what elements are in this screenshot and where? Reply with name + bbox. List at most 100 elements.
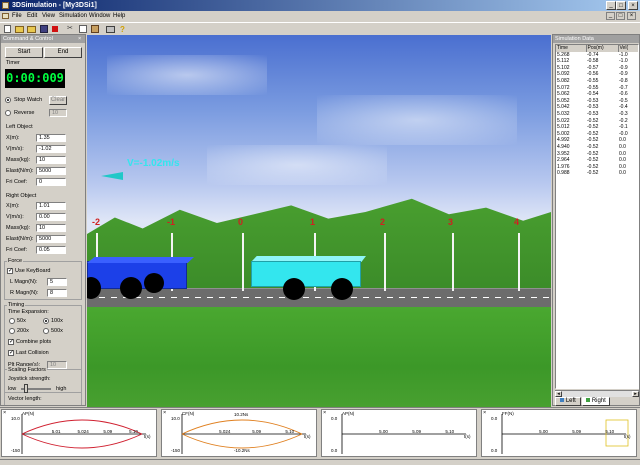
plot-panel[interactable]: × FF(N) 0.0 0.0 t(s) 5.00 5.09 5.10 <box>481 409 637 457</box>
menu-window[interactable]: Window <box>89 12 110 20</box>
open-icon[interactable] <box>27 26 36 33</box>
left-elast-field[interactable]: 5000 <box>36 167 66 175</box>
plot-panel[interactable]: × AP(N) 10.0 -150 t(s) 5.01 5.024 5.09 5.10 <box>1 409 157 457</box>
print-icon[interactable] <box>106 26 115 33</box>
minimize-button[interactable]: _ <box>606 1 616 10</box>
left-x-field[interactable]: 1.35 <box>36 134 66 142</box>
stop-watch-radio[interactable] <box>5 97 11 103</box>
table-row[interactable]: 5.052 -0.53 -0.5 <box>556 98 638 105</box>
table-row[interactable]: 5.032 -0.53 -0.3 <box>556 111 638 118</box>
paste-icon[interactable] <box>91 25 99 33</box>
table-row[interactable]: 4.940 -0.52 0.0 <box>556 144 638 151</box>
table-row[interactable]: 5.042 -0.53 -0.4 <box>556 104 638 111</box>
col-pos[interactable]: Pos(m) <box>586 45 619 52</box>
table-row[interactable]: 5.062 -0.54 -0.6 <box>556 91 638 98</box>
sim-data-list[interactable]: Time Pos(m) Vel( 5.268 -0.74 -1.0 5.112 -0.5… <box>555 44 639 389</box>
reverse-radio[interactable] <box>5 110 11 116</box>
plot-close-icon[interactable]: × <box>163 409 166 417</box>
help-icon[interactable]: ? <box>120 25 126 34</box>
table-cell: 0.0 <box>619 143 626 150</box>
cut-icon[interactable]: ✂ <box>67 25 75 33</box>
end-button[interactable]: End <box>44 47 82 58</box>
table-cell: 5.102 <box>557 64 570 71</box>
table-row[interactable]: 0.988 -0.52 0.0 <box>556 170 638 177</box>
save-icon[interactable] <box>40 25 48 33</box>
clear-button[interactable]: Clear <box>49 96 67 105</box>
new-file-icon[interactable] <box>4 25 11 33</box>
table-header: Time Pos(m) Vel( <box>556 45 638 52</box>
right-fri-label: Fri Coef: <box>6 247 28 253</box>
table-row[interactable]: 5.102 -0.57 -0.9 <box>556 65 638 72</box>
table-row[interactable]: 5.112 -0.58 -1.0 <box>556 58 638 65</box>
radio-500x[interactable] <box>43 328 49 334</box>
menu-view[interactable]: View <box>42 12 55 20</box>
plot-close-icon[interactable]: × <box>323 409 326 417</box>
mdi-restore-button[interactable]: □ <box>616 12 625 20</box>
left-v-field[interactable]: -1.02 <box>36 145 66 153</box>
radio-50x[interactable] <box>9 318 15 324</box>
slider-thumb[interactable] <box>24 384 28 393</box>
col-time[interactable]: Time <box>556 45 587 52</box>
radio-100x[interactable] <box>43 318 49 324</box>
reverse-field[interactable]: 10 <box>49 109 67 117</box>
tab-right[interactable]: Right <box>582 397 610 406</box>
scene-viewport[interactable]: -2 -1 0 1 2 3 4 V=-1.02m/s <box>87 35 551 407</box>
r-magn-field[interactable]: 8 <box>47 289 67 297</box>
right-v-field[interactable]: 0.00 <box>36 213 66 221</box>
left-fri-field[interactable]: 0 <box>36 178 66 186</box>
use-keyboard-checkbox[interactable]: ✓ <box>7 268 13 274</box>
table-row[interactable]: 5.012 -0.52 -0.1 <box>556 124 638 131</box>
table-row[interactable]: 5.092 -0.56 -0.9 <box>556 71 638 78</box>
panel-close-icon[interactable]: × <box>78 35 81 43</box>
sim-hscroll[interactable]: ◂ ▸ <box>555 390 639 397</box>
menu-edit[interactable]: Edit <box>27 12 37 20</box>
mdi-close-button[interactable]: × <box>627 12 636 20</box>
table-row[interactable]: 5.268 -0.74 -1.0 <box>556 52 638 59</box>
left-car-wheel <box>120 277 142 299</box>
right-elast-field[interactable]: 5000 <box>36 235 66 243</box>
control-panel: Command & Control × Start End Timer 0:00… <box>0 34 86 406</box>
plot-xtick: 5.09 <box>252 429 262 434</box>
plt-range-field[interactable]: 10 <box>47 361 67 369</box>
plot-ymax: 0.0 <box>331 416 338 421</box>
last-collision-checkbox[interactable]: ✓ <box>8 350 14 356</box>
table-row[interactable]: 5.022 -0.52 -0.2 <box>556 118 638 125</box>
plot-panel[interactable]: × AP(N) 0.0 0.0 t(s) 5.00 5.09 5.10 <box>321 409 477 457</box>
combine-plots-checkbox[interactable]: ✓ <box>8 339 14 345</box>
open-folder-icon[interactable] <box>15 26 24 33</box>
copy-icon[interactable] <box>79 25 87 33</box>
plot-panel[interactable]: × CF(N) 10.0 -150 t(s) 10.2Ns -10.2Ns 5.024 5.09… <box>161 409 317 457</box>
joystick-slider[interactable] <box>21 384 51 393</box>
left-mass-field[interactable]: 10 <box>36 156 66 164</box>
control-panel-title: Command & Control × <box>1 35 85 43</box>
cloud <box>107 55 267 95</box>
menu-simulation[interactable]: Simulation <box>59 12 87 20</box>
red-stop-icon[interactable] <box>52 26 58 32</box>
maximize-button[interactable]: □ <box>616 1 626 10</box>
right-x-field[interactable]: 1.01 <box>36 202 66 210</box>
table-row[interactable]: 1.976 -0.52 0.0 <box>556 164 638 171</box>
l-magn-field[interactable]: 5 <box>47 278 67 286</box>
right-fri-field[interactable]: 0.05 <box>36 246 66 254</box>
menu-help[interactable]: Help <box>113 12 125 20</box>
col-vel[interactable]: Vel( <box>618 45 638 52</box>
table-row[interactable]: 3.952 -0.52 0.0 <box>556 151 638 158</box>
close-button[interactable]: × <box>628 1 638 10</box>
low-label: low <box>8 386 17 392</box>
table-row[interactable]: 2.964 -0.52 0.0 <box>556 157 638 164</box>
menu-file[interactable]: File <box>12 12 22 20</box>
menu-bar: File Edit View Simulation Window Help _ … <box>0 11 640 21</box>
table-row[interactable]: 4.992 -0.52 0.0 <box>556 137 638 144</box>
table-row[interactable]: 5.082 -0.55 -0.8 <box>556 78 638 85</box>
table-row[interactable]: 5.072 -0.55 -0.7 <box>556 85 638 92</box>
right-mass-field[interactable]: 10 <box>36 224 66 232</box>
start-button[interactable]: Start <box>5 47 43 58</box>
mdi-minimize-button[interactable]: _ <box>606 12 615 20</box>
radio-200x[interactable] <box>9 328 15 334</box>
table-cell: -0.54 <box>587 91 599 98</box>
plot-close-icon[interactable]: × <box>483 409 486 417</box>
plot-close-icon[interactable]: × <box>3 409 6 417</box>
table-cell: 0.0 <box>619 170 626 177</box>
tab-left[interactable]: Left <box>555 397 581 406</box>
table-row[interactable]: 5.002 -0.52 -0.0 <box>556 131 638 138</box>
